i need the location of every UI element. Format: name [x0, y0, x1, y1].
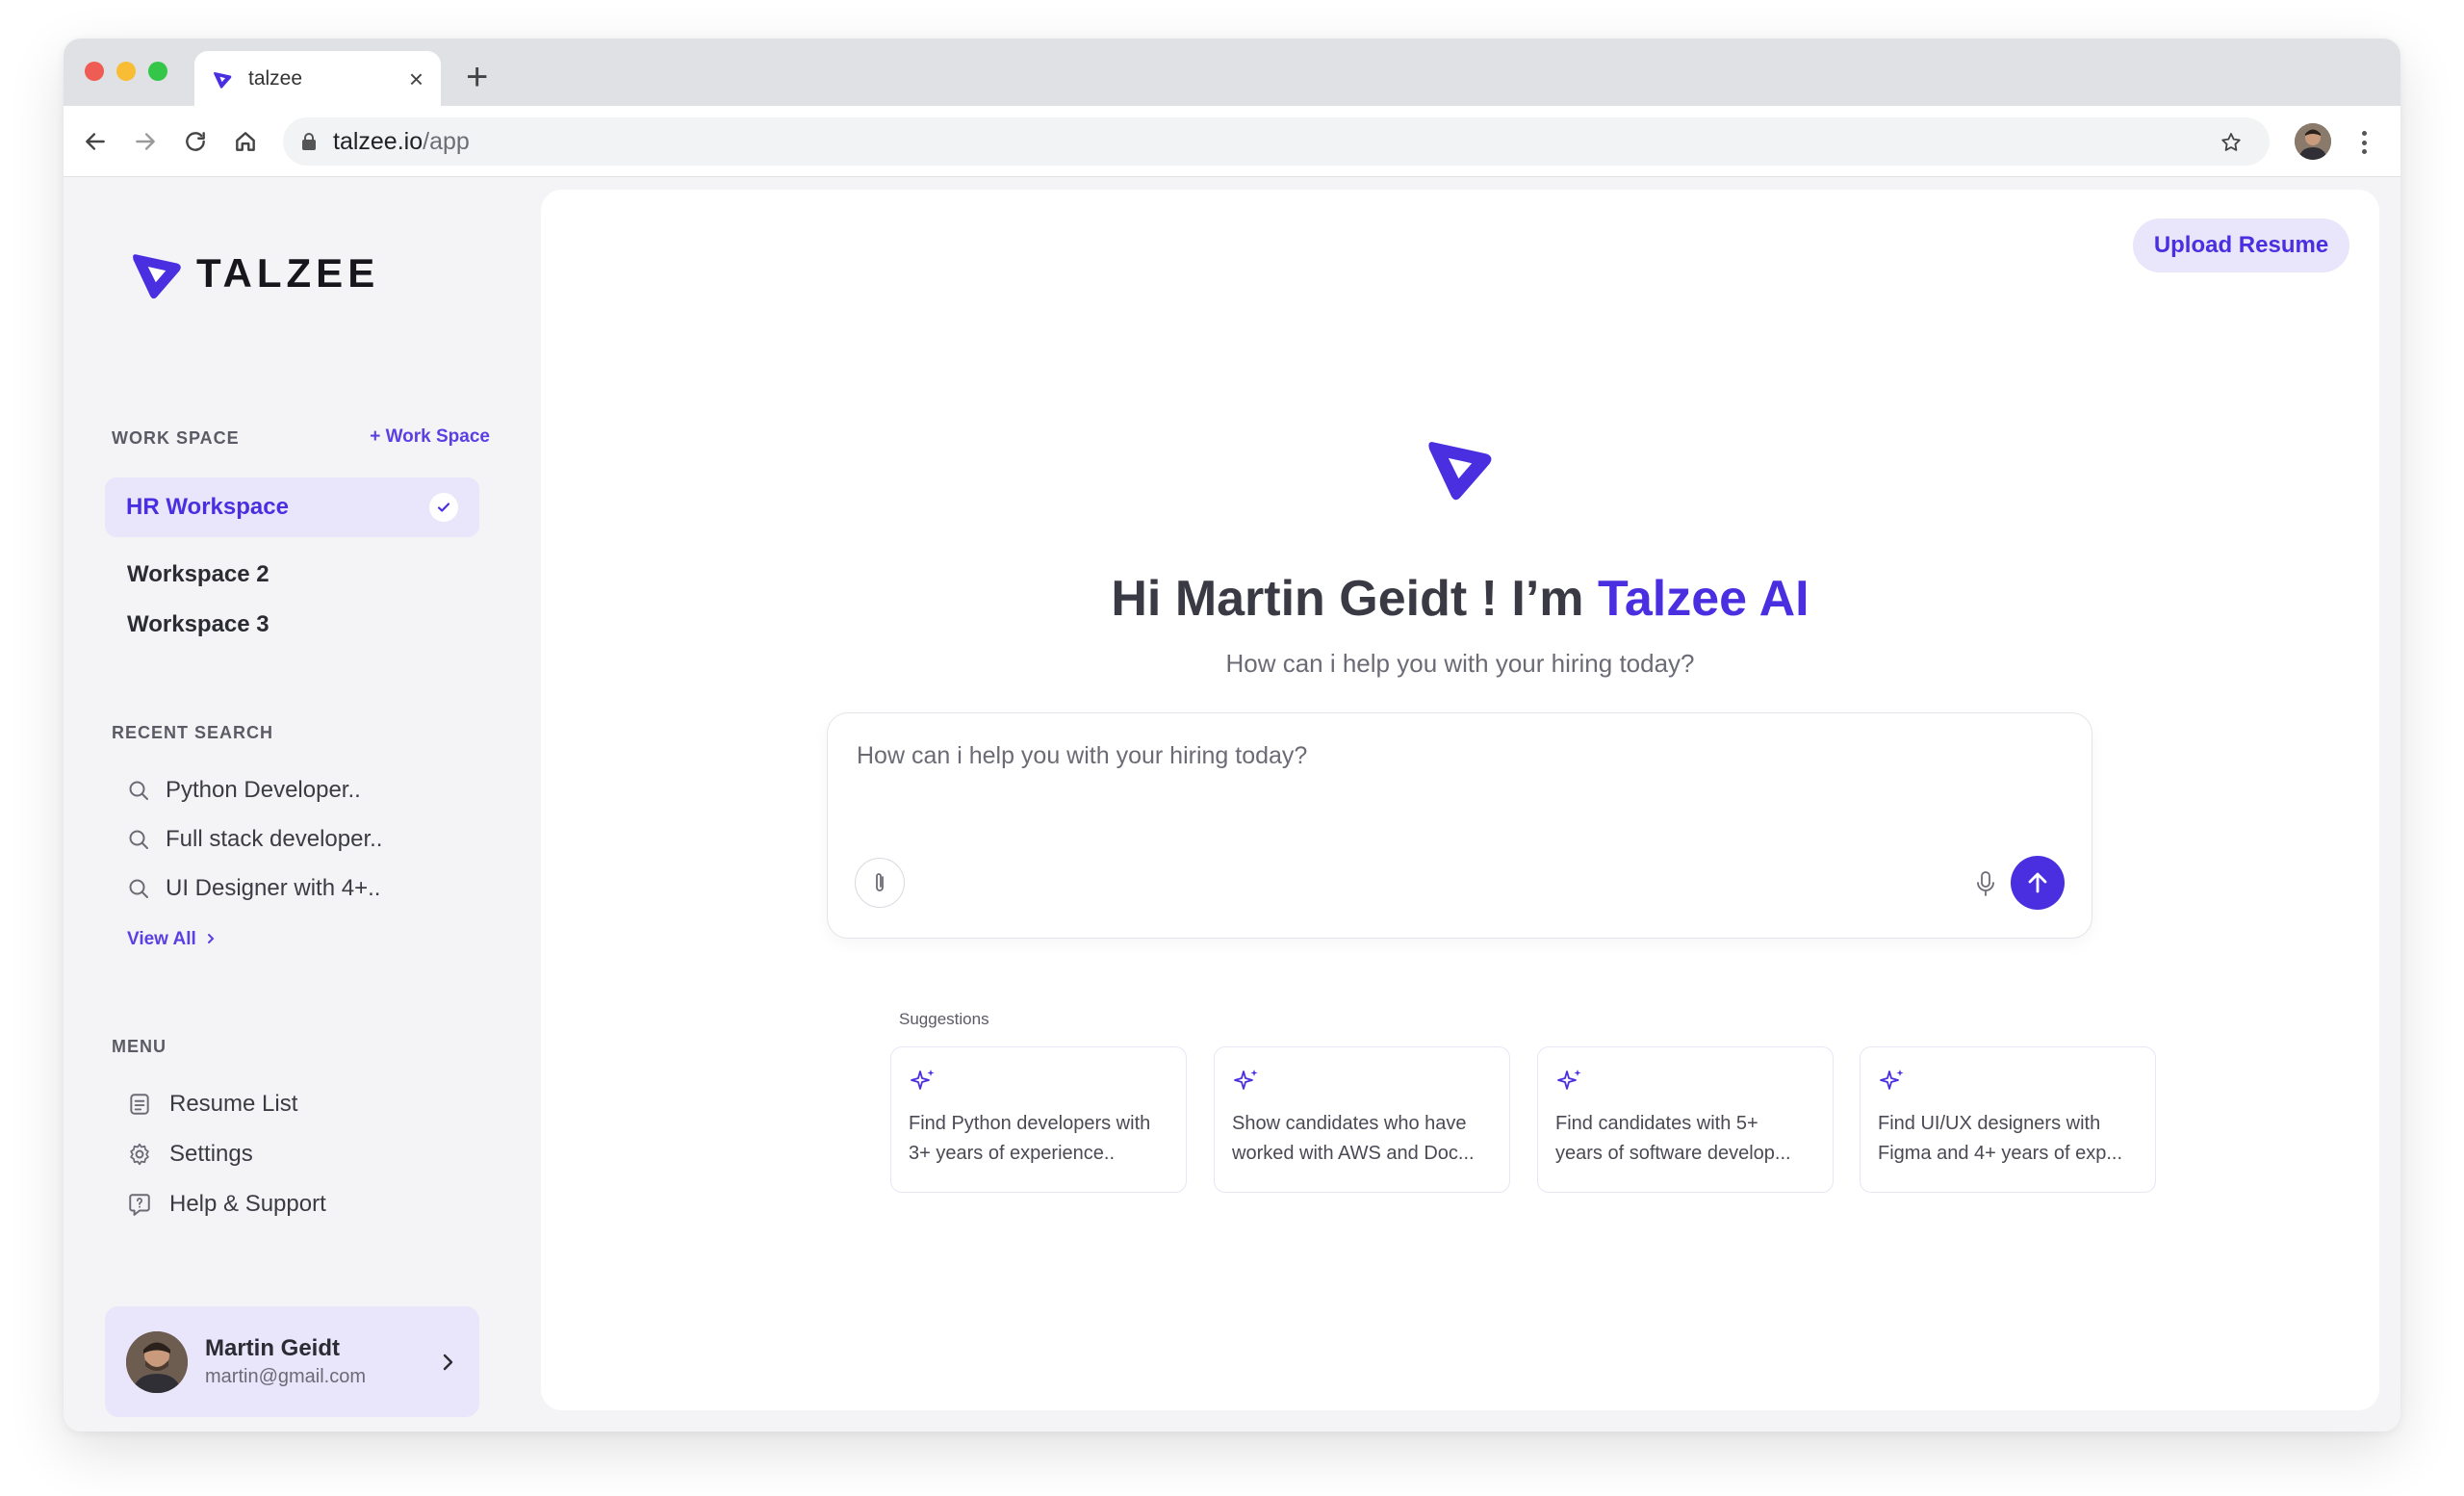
menu-item-resume-list[interactable]: Resume List [127, 1091, 297, 1118]
suggestion-line: worked with AWS and Doc... [1232, 1143, 1475, 1164]
menu-item-label: Resume List [169, 1091, 298, 1117]
suggestion-line: Find UI/UX designers with [1878, 1113, 2101, 1134]
greeting-text: Hi Martin Geidt ! I’m [1111, 571, 1584, 627]
send-button[interactable] [2011, 856, 2065, 910]
sidebar: TALZEE WORK SPACE + Work Space HR Worksp… [64, 178, 545, 1432]
suggestion-text: Find Python developers with 3+ years of … [909, 1109, 1168, 1169]
browser-toolbar: talzee.io /app [64, 106, 2400, 177]
new-tab-button[interactable]: + [466, 58, 488, 96]
suggestions-title: Suggestions [899, 1010, 989, 1028]
menu-section-title: MENU [112, 1037, 167, 1056]
suggestion-card[interactable]: Find UI/UX designers with Figma and 4+ y… [1860, 1046, 2156, 1193]
address-bar[interactable]: talzee.io /app [283, 117, 2270, 166]
search-icon [129, 781, 148, 800]
tab-title: talzee [248, 66, 303, 90]
suggestion-line: Show candidates who have [1232, 1113, 1467, 1134]
sparkle-icon [1557, 1070, 1581, 1090]
close-window-button[interactable] [85, 62, 104, 81]
lock-icon [302, 133, 316, 150]
greeting-heading: Hi Martin Geidt ! I’m Talzee AI [541, 570, 2379, 628]
greeting-accent: Talzee AI [1597, 571, 1810, 627]
workspace-item-3[interactable]: Workspace 3 [127, 611, 270, 638]
suggestion-line: 3+ years of experience.. [909, 1143, 1116, 1164]
user-email: martin@gmail.com [205, 1366, 367, 1387]
chevron-right-icon [443, 1354, 453, 1370]
workspace-label: HR Workspace [126, 494, 289, 520]
back-arrow-icon[interactable] [81, 127, 110, 156]
sparkle-icon [911, 1070, 935, 1090]
suggestion-line: Find candidates with 5+ [1555, 1113, 1758, 1134]
menu-item-settings[interactable]: Settings [127, 1141, 253, 1168]
browser-window: talzee × + talzee.io /app TALZEE WORK SP… [64, 39, 2400, 1432]
microphone-icon [1977, 871, 1994, 896]
workspace-section-title: WORK SPACE [112, 428, 240, 448]
talzee-favicon-icon [214, 71, 232, 89]
reload-icon[interactable] [181, 127, 210, 156]
user-profile-card[interactable]: Martin Geidt martin@gmail.com [105, 1306, 479, 1417]
chat-box: How can i help you with your hiring toda… [827, 712, 2092, 939]
browser-menu-icon[interactable] [2354, 129, 2374, 156]
upload-resume-button[interactable]: Upload Resume [2133, 219, 2349, 272]
add-workspace-link[interactable]: + Work Space [370, 426, 490, 448]
workspace-item-hr[interactable]: HR Workspace [105, 477, 479, 537]
help-icon [129, 1194, 150, 1216]
suggestion-card[interactable]: Find candidates with 5+ years of softwar… [1537, 1046, 1834, 1193]
microphone-button[interactable] [1973, 869, 1998, 903]
recent-search-label: Full stack developer.. [166, 826, 383, 852]
view-all-label: View All [127, 929, 196, 949]
menu-item-label: Help & Support [169, 1191, 326, 1217]
minimize-window-button[interactable] [116, 62, 136, 81]
menu-item-help-support[interactable]: Help & Support [127, 1191, 326, 1218]
suggestion-line: years of software develop... [1555, 1143, 1791, 1164]
suggestion-line: Figma and 4+ years of exp... [1878, 1143, 2123, 1164]
tab-strip: talzee × + [64, 39, 2400, 106]
suggestion-text: Show candidates who have worked with AWS… [1232, 1109, 1492, 1169]
recent-search-label: Python Developer.. [166, 777, 361, 803]
user-name: Martin Geidt [205, 1335, 341, 1361]
search-icon [129, 830, 148, 849]
greeting-subtitle: How can i help you with your hiring toda… [1225, 649, 1695, 678]
suggestion-text: Find UI/UX designers with Figma and 4+ y… [1878, 1109, 2138, 1169]
search-icon [129, 879, 148, 898]
sparkle-icon [1234, 1070, 1258, 1090]
url-path: /app [423, 127, 470, 155]
main-panel: Upload Resume Hi Martin Geidt ! I’m Talz… [541, 190, 2379, 1410]
menu-item-label: Settings [169, 1141, 253, 1167]
suggestion-card[interactable]: Find Python developers with 3+ years of … [890, 1046, 1187, 1193]
suggestion-card[interactable]: Show candidates who have worked with AWS… [1214, 1046, 1510, 1193]
recent-search-item[interactable]: UI Designer with 4+.. [127, 875, 380, 902]
suggestion-text: Find candidates with 5+ years of softwar… [1555, 1109, 1815, 1169]
url-host: talzee.io [333, 127, 424, 155]
recent-search-item[interactable]: Python Developer.. [127, 777, 361, 804]
workspace-item-2[interactable]: Workspace 2 [127, 561, 270, 588]
tab-close-icon[interactable]: × [409, 66, 424, 91]
suggestion-line: Find Python developers with [909, 1113, 1151, 1134]
chat-input[interactable]: How can i help you with your hiring toda… [857, 742, 1307, 770]
attach-button[interactable] [855, 858, 905, 908]
forward-arrow-icon[interactable] [131, 127, 160, 156]
recent-search-title: RECENT SEARCH [112, 723, 274, 742]
view-all-link[interactable]: View All [127, 929, 217, 950]
check-icon [429, 493, 458, 522]
sparkle-icon [1880, 1070, 1904, 1090]
maximize-window-button[interactable] [148, 62, 167, 81]
brand-name: TALZEE [196, 250, 380, 296]
browser-profile-avatar[interactable] [2295, 123, 2331, 160]
document-icon [130, 1094, 149, 1115]
user-info: Martin Geidt martin@gmail.com [205, 1335, 437, 1388]
talzee-hero-logo-icon [1428, 442, 1492, 501]
gear-icon [130, 1143, 149, 1166]
talzee-logo[interactable]: TALZEE [129, 245, 379, 301]
avatar [126, 1330, 188, 1393]
recent-search-label: UI Designer with 4+.. [166, 875, 381, 901]
home-icon[interactable] [231, 127, 260, 156]
talzee-logo-icon [133, 254, 181, 299]
browser-tab[interactable]: talzee × [194, 51, 441, 106]
paperclip-icon [876, 873, 884, 891]
chevron-right-icon [208, 934, 215, 943]
recent-search-item[interactable]: Full stack developer.. [127, 826, 382, 853]
arrow-up-icon [2028, 872, 2047, 893]
bookmark-star-icon[interactable] [2220, 131, 2243, 154]
